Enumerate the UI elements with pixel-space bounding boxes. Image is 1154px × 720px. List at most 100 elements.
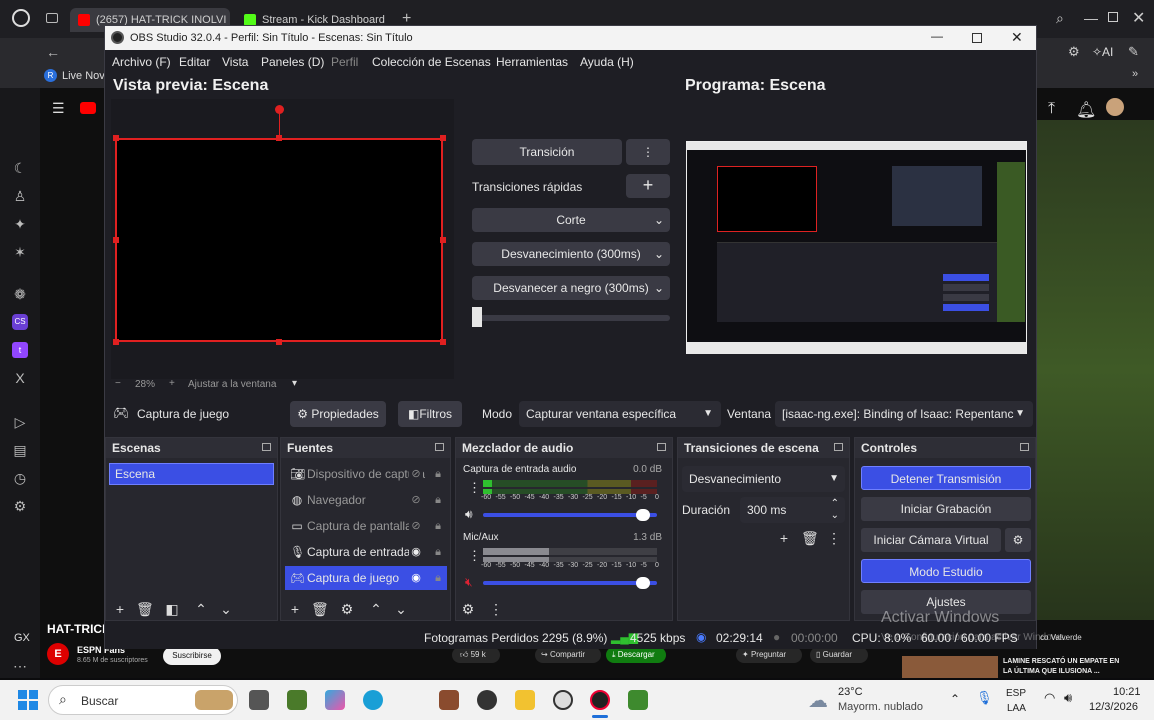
volume-knob[interactable] [636, 509, 651, 521]
youtube-logo-icon[interactable] [80, 102, 96, 114]
bookmark-live[interactable]: Live Nov [62, 70, 105, 82]
arrow-up-icon[interactable]: ⌃ [193, 601, 209, 617]
skull-icon[interactable] [553, 690, 573, 710]
rec-title[interactable]: LAMINE RESCATÓ UN EMPATE EN LA ÚLTIMA QU… [1003, 657, 1123, 677]
volume-icon[interactable]: 🔊︎ [1064, 690, 1072, 706]
lock-icon[interactable]: 🔒︎ [431, 488, 445, 512]
trash-icon[interactable]: 🗑︎ [136, 601, 154, 617]
menu-editar[interactable]: Editar [179, 55, 210, 69]
pen-icon[interactable]: ✎ [1128, 44, 1139, 60]
search-icon[interactable]: ⌕ [1056, 10, 1064, 27]
studio-mode-button[interactable]: Modo Estudio [861, 559, 1031, 583]
quick-transition-fade-black[interactable]: Desvanecer a negro (300ms) ⌄ [472, 276, 670, 300]
resize-handle[interactable] [113, 237, 119, 243]
clock-date[interactable]: 12/3/2026 [1089, 701, 1138, 713]
star-icon[interactable]: ✶ [12, 244, 28, 260]
menu-perfil[interactable]: Perfil [331, 55, 358, 69]
start-recording-button[interactable]: Iniciar Grabación [861, 497, 1031, 521]
zoom-out-icon[interactable]: − [115, 378, 121, 389]
bell-icon[interactable]: 🔔︎ [1076, 100, 1096, 120]
filter-icon[interactable]: ◧ [164, 601, 180, 617]
weather-temp[interactable]: 23°C [838, 686, 863, 698]
kebab-icon[interactable]: ⋮ [826, 530, 842, 546]
yt-like-button[interactable]: 👍︎ 59 k [452, 647, 500, 663]
lock-icon[interactable]: 🔒︎ [431, 514, 445, 538]
undock-icon[interactable] [834, 443, 843, 451]
resize-handle[interactable] [440, 237, 446, 243]
filters-button[interactable]: ◧Filtros [398, 401, 462, 427]
close-icon[interactable]: ✕ [1011, 29, 1023, 46]
muted-speaker-icon[interactable]: 🔇︎ [465, 575, 473, 590]
pin-icon[interactable]: ♙ [12, 188, 28, 204]
weather-desc[interactable]: Mayorm. nublado [838, 701, 923, 713]
add-quick-transition-button[interactable]: + [626, 174, 670, 198]
scene-item[interactable]: Escena [109, 463, 274, 485]
edge-icon[interactable] [363, 690, 383, 710]
menu-vista[interactable]: Vista [222, 55, 248, 69]
eye-slash-icon[interactable]: ⊘ [409, 462, 423, 486]
yt-subscribe-button[interactable]: Suscribirse [163, 647, 221, 665]
upload-icon[interactable]: ⤒ [1048, 100, 1055, 118]
trash-icon[interactable]: 🗑︎ [311, 601, 329, 617]
source-item-game[interactable]: 🎮︎ Captura de juego ◉ 🔒︎ [285, 566, 447, 590]
resize-handle[interactable] [276, 339, 282, 345]
kebab-icon[interactable]: ⋮ [488, 601, 504, 617]
sidebar-toggle-icon[interactable]: » [1132, 68, 1138, 80]
resize-handle[interactable] [440, 135, 446, 141]
stop-stream-button[interactable]: Detener Transmisión [861, 466, 1031, 490]
transition-button[interactable]: Transición [472, 139, 622, 165]
restore-icon[interactable] [1108, 12, 1118, 22]
preview-canvas[interactable] [115, 138, 443, 342]
resize-handle[interactable] [113, 135, 119, 141]
menu-archivo[interactable]: Archivo (F) [112, 55, 171, 69]
add-icon[interactable]: + [112, 601, 128, 617]
mode-select[interactable]: Capturar ventana específica ▼ [519, 401, 721, 427]
book-icon[interactable]: ▤ [12, 442, 28, 458]
sparkle-icon[interactable]: ✦ [12, 216, 28, 232]
speaker-icon[interactable]: 🔊︎ [465, 507, 473, 522]
copilot-icon[interactable] [325, 690, 345, 710]
t-bar[interactable] [472, 315, 670, 321]
volume-slider[interactable] [483, 577, 657, 589]
source-item-browser[interactable]: ◍ Navegador ⊘ 🔒︎ [285, 488, 447, 512]
windows-start-icon[interactable] [18, 690, 38, 710]
quick-transition-corte[interactable]: Corte ⌄ [472, 208, 670, 232]
lang-layout[interactable]: LAA [1007, 703, 1026, 714]
undock-icon[interactable] [657, 443, 666, 451]
clock-time[interactable]: 10:21 [1113, 686, 1141, 698]
x-icon[interactable]: X [12, 370, 28, 386]
kebab-icon[interactable]: ⋮ [468, 548, 481, 564]
kebab-icon[interactable]: ⋮ [468, 480, 481, 496]
app-icon[interactable] [401, 690, 421, 710]
browser-logo-icon[interactable] [12, 9, 30, 27]
minimize-icon[interactable]: — [931, 29, 943, 43]
minimize-icon[interactable]: — [1084, 10, 1098, 26]
moon-icon[interactable]: ☾ [12, 160, 28, 176]
yt-save-button[interactable]: ▯ Guardar [810, 647, 868, 663]
close-icon[interactable]: ✕ [1132, 8, 1145, 28]
duration-spinbox[interactable]: 300 ms ⌃ ⌄ [740, 497, 845, 523]
lock-icon[interactable]: 🔒︎ [431, 462, 445, 486]
back-icon[interactable]: ← [46, 44, 60, 60]
undock-icon[interactable] [435, 443, 444, 451]
play-icon[interactable]: ▷ [12, 414, 28, 430]
source-item-device[interactable]: 📷︎ Dispositivo de captura ⊘ 🔒︎ [285, 462, 447, 486]
properties-button[interactable]: ⚙ Propiedades [290, 401, 386, 427]
chevron-down-icon[interactable]: ▾ [292, 378, 297, 389]
rec-thumbnail[interactable] [902, 656, 998, 678]
volume-knob[interactable] [636, 577, 651, 589]
maximize-icon[interactable] [972, 33, 982, 43]
espn-avatar[interactable]: E [47, 643, 69, 665]
twitch-icon[interactable]: t [12, 342, 28, 358]
undock-icon[interactable] [262, 443, 271, 451]
transition-select[interactable]: Desvanecimiento ▼ [682, 466, 845, 492]
source-item-input[interactable]: 🎙︎ Captura de entrada ◉ 🔒︎ [285, 540, 447, 564]
ai-icon[interactable]: ✧AI [1092, 45, 1113, 59]
gear-icon[interactable]: ⚙ [460, 601, 476, 617]
undock-icon[interactable] [1020, 443, 1029, 451]
preview-area[interactable] [111, 99, 454, 379]
arrow-down-icon[interactable]: ⌄ [393, 601, 409, 617]
tab-overview-icon[interactable] [46, 13, 58, 23]
gear-icon[interactable]: ⚙ [339, 601, 355, 617]
trash-icon[interactable]: 🗑︎ [801, 530, 819, 546]
